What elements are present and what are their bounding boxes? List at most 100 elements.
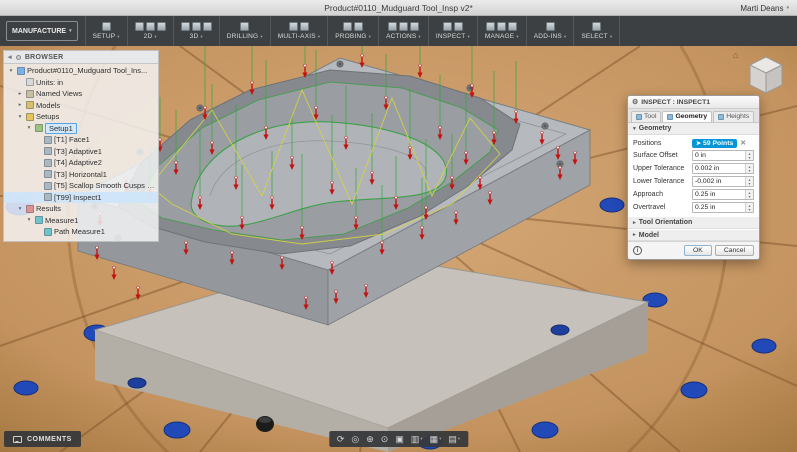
grid-settings-icon[interactable]: ▦▾ bbox=[430, 435, 442, 444]
op-icon bbox=[44, 147, 52, 155]
geometry-section-header[interactable]: ▾ Geometry bbox=[628, 123, 759, 135]
tree-item-models[interactable]: ▸Models bbox=[4, 100, 158, 112]
collapse-icon[interactable]: ▾ bbox=[25, 217, 33, 223]
tree-item-results[interactable]: ▾Results bbox=[4, 203, 158, 215]
tree-item-t5-scallop-smooth-cusps-re[interactable]: [T5] Scallop Smooth Cusps Re... bbox=[4, 180, 158, 192]
positions-selection-chip[interactable]: ➤ 59 Points bbox=[692, 139, 737, 148]
dialog-tab-heights[interactable]: Heights bbox=[713, 111, 754, 122]
tree-item-setup1[interactable]: ▾Setup1 bbox=[4, 123, 158, 135]
spinner-icon[interactable]: ▴▾ bbox=[745, 164, 753, 173]
face-2d-icon bbox=[135, 22, 144, 31]
look-at-icon: ◎ bbox=[351, 435, 359, 444]
toolbar-tab-multi-axis[interactable]: MULTI-AXIS▾ bbox=[271, 16, 328, 46]
toolbar-tab-add-ins[interactable]: ADD-INS▾ bbox=[527, 16, 575, 46]
viewports-icon[interactable]: ▤▾ bbox=[448, 435, 460, 444]
op-icon bbox=[44, 170, 52, 178]
probe-wcs-icon bbox=[343, 22, 352, 31]
tree-item-label: [T3] Adaptive1 bbox=[54, 147, 102, 156]
info-icon[interactable]: i bbox=[633, 246, 642, 255]
user-account-menu[interactable]: Marti Deans ▾ bbox=[740, 0, 789, 16]
expand-icon[interactable]: ▸ bbox=[16, 91, 24, 97]
chevron-down-icon: ▾ bbox=[458, 436, 460, 442]
look-at-icon[interactable]: ◎ bbox=[351, 435, 359, 444]
expand-icon: ▸ bbox=[633, 232, 636, 238]
field-input-overtravel[interactable]: 0.25 in▴▾ bbox=[692, 202, 754, 213]
collapse-icon[interactable]: ▾ bbox=[16, 206, 24, 212]
tree-item-t4-adaptive2[interactable]: [T4] Adaptive2 bbox=[4, 157, 158, 169]
display-settings-icon[interactable]: ▥▾ bbox=[411, 435, 423, 444]
dialog-header[interactable]: ⚙ INSPECT : INSPECT1 bbox=[628, 96, 759, 109]
comment-bubble-icon bbox=[13, 436, 22, 443]
positions-chip-label: 59 Points bbox=[703, 140, 733, 147]
toolbar-tab-2d[interactable]: 2D▾ bbox=[128, 16, 174, 46]
field-input-surface-offset[interactable]: 0 in▴▾ bbox=[692, 150, 754, 161]
toolbar-tab-drilling[interactable]: DRILLING▾ bbox=[220, 16, 271, 46]
fit-icon[interactable]: ▣ bbox=[395, 435, 404, 444]
tree-item-path-measure1[interactable]: Path Measure1 bbox=[4, 226, 158, 238]
display-settings-icon: ▥ bbox=[411, 435, 420, 444]
tool-tab-icon bbox=[636, 114, 642, 120]
field-input-approach[interactable]: 0.25 in▴▾ bbox=[692, 189, 754, 200]
ok-button[interactable]: OK bbox=[684, 245, 712, 256]
tree-item-t99-inspect1[interactable]: [T99] Inspect1 bbox=[4, 192, 158, 204]
tree-item-units-in[interactable]: Units: in bbox=[4, 77, 158, 89]
op-icon bbox=[44, 193, 52, 201]
tree-item-t3-horizontal1[interactable]: [T3] Horizontal1 bbox=[4, 169, 158, 181]
expand-icon[interactable]: ▸ bbox=[16, 102, 24, 108]
tree-item-t3-adaptive1[interactable]: [T3] Adaptive1 bbox=[4, 146, 158, 158]
collapse-icon[interactable]: ▾ bbox=[25, 125, 33, 131]
dialog-tab-geometry[interactable]: Geometry bbox=[662, 111, 712, 122]
browser-filter-icon[interactable] bbox=[16, 55, 21, 60]
browser-title: BROWSER bbox=[25, 54, 64, 61]
toolbar-tab-manage[interactable]: MANAGE▾ bbox=[478, 16, 527, 46]
user-name: Marti Deans bbox=[740, 4, 783, 13]
toolbar-tab-inspect[interactable]: INSPECT▾ bbox=[429, 16, 478, 46]
field-input-upper-tolerance[interactable]: 0.002 in▴▾ bbox=[692, 163, 754, 174]
workspace-switcher[interactable]: MANUFACTURE ▾ bbox=[6, 21, 78, 41]
spinner-icon[interactable]: ▴▾ bbox=[745, 190, 753, 199]
collapse-icon[interactable]: ▾ bbox=[16, 114, 24, 120]
pan-icon[interactable]: ⊕ bbox=[366, 435, 374, 444]
app-window: Product#0110_Mudguard Tool_Insp v2* Mart… bbox=[0, 0, 797, 452]
cancel-button[interactable]: Cancel bbox=[715, 245, 754, 256]
models-icon bbox=[26, 101, 34, 109]
tree-item-measure1[interactable]: ▾Measure1 bbox=[4, 215, 158, 227]
spinner-icon[interactable]: ▴▾ bbox=[745, 177, 753, 186]
spinner-icon[interactable]: ▴▾ bbox=[745, 203, 753, 212]
heights-tab-icon bbox=[718, 114, 724, 120]
op-icon bbox=[44, 136, 52, 144]
comments-label: COMMENTS bbox=[27, 436, 72, 443]
toolbar-tab-probing[interactable]: PROBING▾ bbox=[328, 16, 379, 46]
browser-panel: ◂ BROWSER ▾Product#0110_Mudguard Tool_In… bbox=[3, 50, 159, 242]
grid-settings-icon: ▦ bbox=[430, 435, 439, 444]
field-label: Approach bbox=[633, 191, 689, 198]
home-icon[interactable]: ⌂ bbox=[733, 50, 738, 60]
spinner-icon[interactable]: ▴▾ bbox=[745, 151, 753, 160]
tree-item-t1-face1[interactable]: [T1] Face1 bbox=[4, 134, 158, 146]
toolbar-tab-setup[interactable]: SETUP▾ bbox=[85, 16, 128, 46]
toolbar-tab-actions[interactable]: ACTIONS▾ bbox=[379, 16, 429, 46]
field-row-lower-tolerance: Lower Tolerance-0.002 in▴▾ bbox=[628, 175, 759, 188]
comments-bar[interactable]: COMMENTS bbox=[4, 431, 81, 447]
collapse-icon[interactable]: ▾ bbox=[7, 68, 15, 74]
section-header-tool-orientation[interactable]: ▸Tool Orientation bbox=[628, 217, 759, 229]
collapse-panel-icon[interactable]: ◂ bbox=[8, 53, 12, 61]
geometry-tab-icon bbox=[667, 114, 673, 120]
task-manager-icon bbox=[497, 22, 506, 31]
clear-selection-icon[interactable]: ✕ bbox=[740, 139, 746, 147]
tree-item-named-views[interactable]: ▸Named Views bbox=[4, 88, 158, 100]
orbit-icon[interactable]: ⟳ bbox=[337, 435, 345, 444]
zoom-icon: ⊙ bbox=[381, 435, 389, 444]
toolbar-tab-3d[interactable]: 3D▾ bbox=[174, 16, 220, 46]
zoom-icon[interactable]: ⊙ bbox=[381, 435, 389, 444]
toolbar-tab-select[interactable]: SELECT▾ bbox=[574, 16, 620, 46]
field-input-lower-tolerance[interactable]: -0.002 in▴▾ bbox=[692, 176, 754, 187]
document-title: Product#0110_Mudguard Tool_Insp v2* bbox=[0, 3, 797, 13]
tree-item-product-0110-mudguard-tool-ins[interactable]: ▾Product#0110_Mudguard Tool_Ins... bbox=[4, 65, 158, 77]
tab-label: PROBING▾ bbox=[335, 33, 371, 40]
dialog-tab-tool[interactable]: Tool bbox=[631, 111, 661, 122]
tree-item-setups[interactable]: ▾Setups bbox=[4, 111, 158, 123]
orbit-icon: ⟳ bbox=[337, 435, 345, 444]
section-header-model[interactable]: ▸Model bbox=[628, 229, 759, 241]
tab-icon-row bbox=[388, 22, 419, 31]
